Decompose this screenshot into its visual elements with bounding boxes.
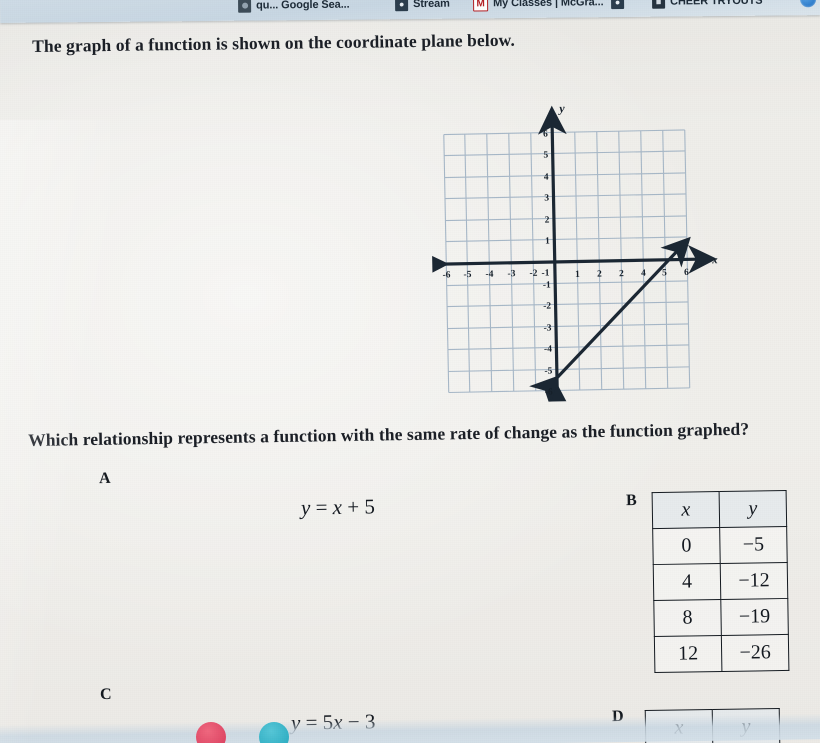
y-axis-label: y — [557, 101, 565, 115]
coordinate-plane-graph: -6 -5 -4 -3 -2 -1 1 2 2 4 5 6 6 5 4 3 2 … — [429, 93, 727, 404]
table-header-y: y — [719, 490, 787, 528]
svg-text:-5: -5 — [544, 367, 552, 377]
browser-tab-person[interactable]: ● — [611, 0, 629, 12]
browser-tab-google-search[interactable]: qu... Google Sea... — [238, 0, 350, 16]
table-cell-y: −12 — [720, 562, 788, 600]
document-icon: ■ — [652, 0, 666, 9]
table-row: 12 −26 — [654, 634, 789, 673]
tab-label: My Classes | McGra... — [493, 0, 604, 9]
svg-text:-4: -4 — [544, 345, 552, 355]
table-cell-x: 4 — [653, 563, 721, 601]
table-row: 4 −12 — [653, 562, 788, 601]
table-row: 8 −19 — [653, 598, 789, 637]
person-icon: ● — [611, 0, 625, 9]
table-cell-y: −26 — [721, 634, 789, 672]
svg-text:-2: -2 — [543, 302, 551, 312]
browser-tab-strip: qu... Google Sea... ● Stream M My Classe… — [0, 0, 820, 23]
svg-text:1: 1 — [545, 237, 550, 247]
avatar[interactable] — [799, 0, 817, 8]
browser-tab-my-classes[interactable]: M My Classes | McGra... — [473, 0, 604, 13]
table-header-x: x — [652, 491, 720, 529]
x-axis-label: x — [711, 254, 718, 266]
svg-text:-4: -4 — [485, 270, 493, 280]
tab-label: qu... Google Sea... — [256, 0, 350, 12]
eq-equals: = — [315, 495, 328, 520]
axes — [429, 105, 718, 404]
globe-icon — [238, 0, 252, 13]
choice-b-table[interactable]: x y 0 −5 4 −12 8 −19 12 −26 — [651, 489, 790, 674]
table-cell-y: −5 — [719, 526, 788, 564]
svg-text:-1: -1 — [541, 269, 549, 279]
svg-text:6: 6 — [684, 268, 689, 278]
mcgraw-hill-icon: M — [473, 0, 489, 11]
question-stem: Which relationship represents a function… — [28, 418, 750, 450]
taskbar-sliver — [0, 713, 820, 743]
eq-constant: 5 — [364, 494, 376, 519]
choice-letter-a[interactable]: A — [99, 470, 111, 488]
browser-tab-cheer-tryouts[interactable]: ■ CHEER TRYOUTS — [652, 0, 763, 12]
eq-lhs: y — [300, 495, 311, 520]
svg-text:-2: -2 — [529, 269, 537, 279]
svg-text:-3: -3 — [544, 324, 552, 334]
table-cell-x: 0 — [652, 527, 721, 565]
table-cell-y: −19 — [720, 598, 789, 636]
eq-operator: + — [347, 494, 360, 519]
table-cell-x: 8 — [653, 599, 722, 637]
table-row: 0 −5 — [652, 526, 788, 565]
svg-text:5: 5 — [662, 268, 667, 278]
svg-text:2: 2 — [597, 270, 602, 280]
svg-text:-5: -5 — [463, 270, 471, 280]
tab-label: Stream — [413, 0, 450, 10]
table-cell-x: 12 — [654, 635, 722, 673]
question-prompt: The graph of a function is shown on the … — [32, 29, 515, 56]
tab-label: CHEER TRYOUTS — [670, 0, 763, 8]
svg-text:4: 4 — [544, 173, 549, 183]
eq-variable: x — [332, 494, 343, 520]
svg-text:5: 5 — [543, 151, 548, 161]
svg-text:2: 2 — [619, 269, 624, 279]
x-axis-tick-labels: -6 -5 -4 -3 -2 -1 1 2 2 4 5 6 — [442, 268, 689, 281]
svg-text:1: 1 — [575, 270, 580, 280]
function-line — [529, 236, 691, 404]
svg-text:6: 6 — [543, 130, 548, 140]
svg-text:2: 2 — [545, 216, 550, 226]
svg-text:-6: -6 — [442, 270, 450, 280]
svg-text:4: 4 — [641, 269, 646, 279]
classroom-icon: ● — [395, 0, 409, 11]
table-header-row: x y — [652, 490, 787, 529]
choice-a-equation[interactable]: y = x + 5 — [301, 494, 375, 520]
svg-text:-1: -1 — [543, 281, 551, 291]
screen-photo: qu... Google Sea... ● Stream M My Classe… — [0, 0, 820, 743]
svg-text:3: 3 — [544, 194, 549, 204]
choice-letter-c[interactable]: C — [100, 686, 112, 704]
svg-text:-6: -6 — [545, 388, 553, 398]
choice-letter-b[interactable]: B — [626, 492, 637, 510]
browser-tab-stream[interactable]: ● Stream — [395, 0, 450, 14]
svg-text:-3: -3 — [507, 269, 515, 279]
